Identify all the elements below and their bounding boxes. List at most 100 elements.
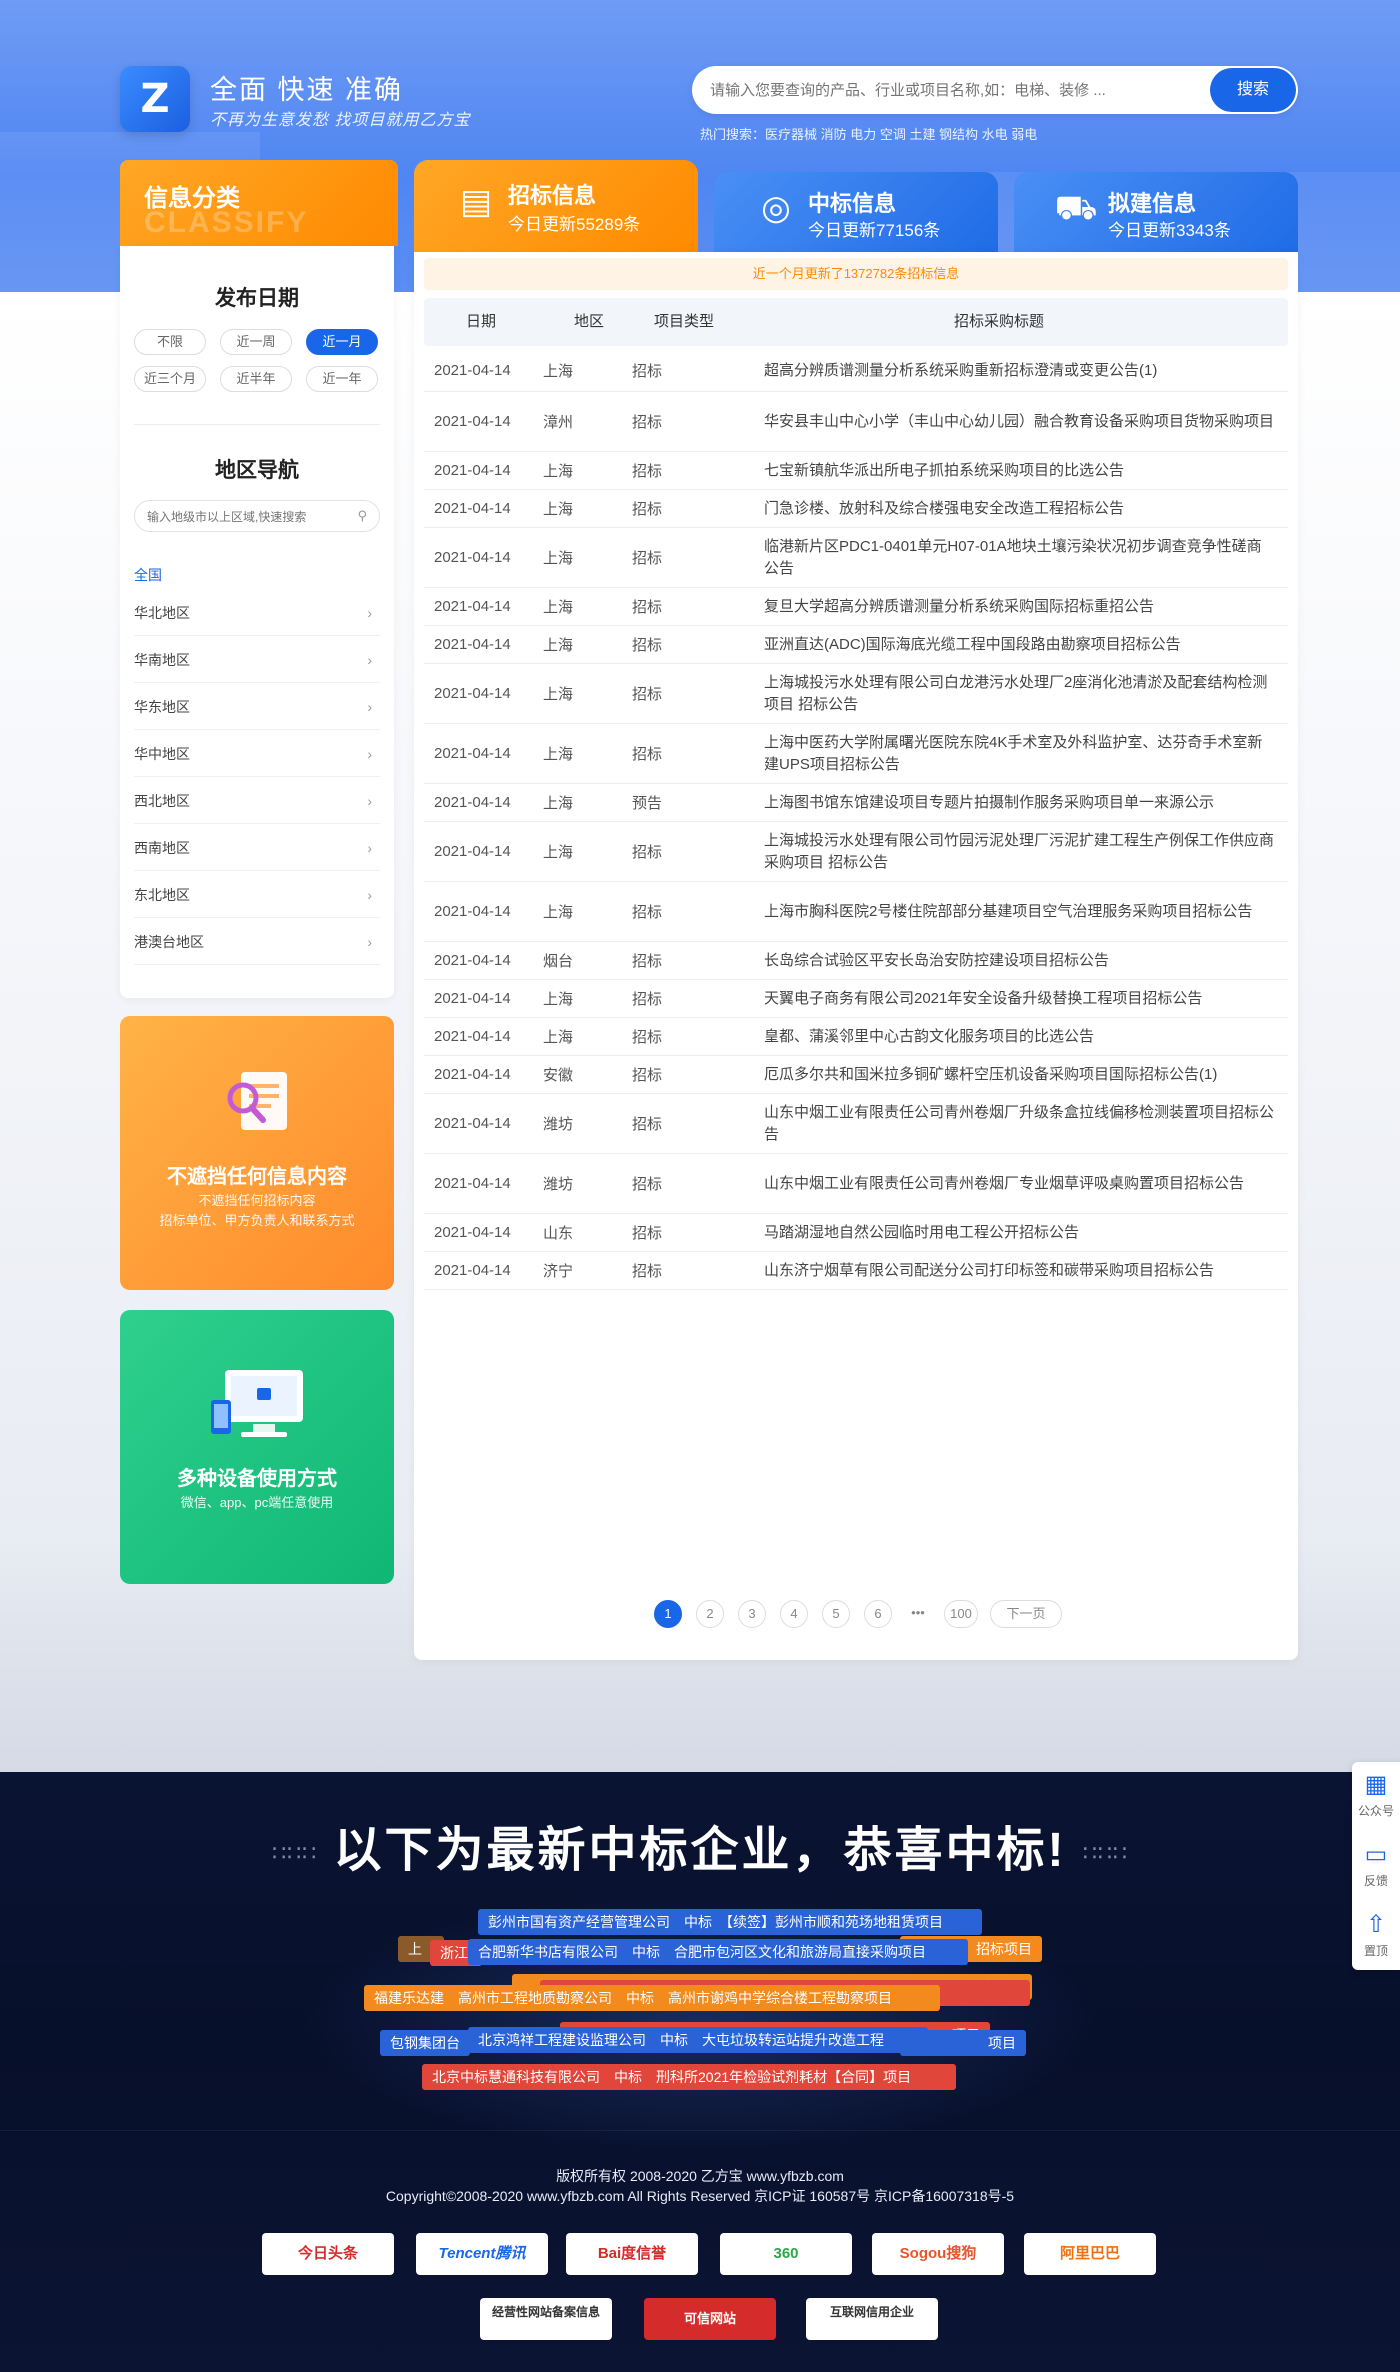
table-row[interactable]: 2021-04-14 上海 招标 上海城投污水处理有限公司竹园污泥处理厂污泥扩建工程生… bbox=[424, 822, 1288, 882]
badge-icp[interactable]: 经营性网站备案信息 bbox=[480, 2298, 612, 2340]
search-button[interactable]: 搜索 bbox=[1210, 68, 1296, 112]
table-row[interactable]: 2021-04-14 上海 招标 门急诊楼、放射科及综合楼强电安全改造工程招标公告 bbox=[424, 490, 1288, 528]
table-row[interactable]: 2021-04-14 上海 招标 天翼电子商务有限公司2021年安全设备升级替换工程项… bbox=[424, 980, 1288, 1018]
tab-tender-info[interactable]: ▤ 招标信息 今日更新55289条 bbox=[414, 160, 698, 252]
date-option-year[interactable]: 近一年 bbox=[306, 366, 378, 392]
region-label: 西南地区 bbox=[134, 840, 190, 856]
winner-tag[interactable]: 彭州市国有资产经营管理公司 中标 【续签】彭州市顺和苑场地租赁项目 bbox=[478, 1909, 982, 1935]
row-title[interactable]: 山东中烟工业有限责任公司青州卷烟厂升级条盒拉线偏移检测装置项目招标公告 bbox=[764, 1094, 1274, 1153]
tab-proposed-info[interactable]: ⛟ 拟建信息 今日更新3343条 bbox=[1014, 172, 1298, 252]
date-option-month[interactable]: 近一月 bbox=[306, 329, 378, 355]
table-row[interactable]: 2021-04-14 上海 招标 亚洲直达(ADC)国际海底光缆工程中国段路由勘察项目… bbox=[424, 626, 1288, 664]
row-title[interactable]: 山东济宁烟草有限公司配送分公司打印标签和碳带采购项目招标公告 bbox=[764, 1252, 1274, 1289]
row-title[interactable]: 厄瓜多尔共和国米拉多铜矿螺杆空压机设备采购项目国际招标公告(1) bbox=[764, 1056, 1274, 1093]
page-button[interactable]: 2 bbox=[696, 1600, 724, 1628]
region-item-northeast[interactable]: 东北地区 › bbox=[134, 872, 380, 918]
table-row[interactable]: 2021-04-14 济宁 招标 山东济宁烟草有限公司配送分公司打印标签和碳带采购项目… bbox=[424, 1252, 1288, 1290]
row-title[interactable]: 门急诊楼、放射科及综合楼强电安全改造工程招标公告 bbox=[764, 490, 1274, 527]
row-title[interactable]: 亚洲直达(ADC)国际海底光缆工程中国段路由勘察项目招标公告 bbox=[764, 626, 1274, 663]
tool-wechat[interactable]: ▦ 公众号 bbox=[1352, 1762, 1400, 1830]
date-option-half-year[interactable]: 近半年 bbox=[220, 366, 292, 392]
row-title[interactable]: 七宝新镇航华派出所电子抓拍系统采购项目的比选公告 bbox=[764, 452, 1274, 489]
table-row[interactable]: 2021-04-14 上海 招标 七宝新镇航华派出所电子抓拍系统采购项目的比选公告 bbox=[424, 452, 1288, 490]
table-row[interactable]: 2021-04-14 安徽 招标 厄瓜多尔共和国米拉多铜矿螺杆空压机设备采购项目国际招… bbox=[424, 1056, 1288, 1094]
table-row[interactable]: 2021-04-14 山东 招标 马踏湖湿地自然公园临时用电工程公开招标公告 bbox=[424, 1214, 1288, 1252]
row-title[interactable]: 上海城投污水处理有限公司竹园污泥处理厂污泥扩建工程生产例保工作供应商采购项目 招… bbox=[764, 822, 1274, 881]
row-title[interactable]: 山东中烟工业有限责任公司青州卷烟厂专业烟草评吸桌购置项目招标公告 bbox=[764, 1154, 1274, 1213]
date-option-three-months[interactable]: 近三个月 bbox=[134, 366, 206, 392]
row-title[interactable]: 长岛综合试验区平安长岛治安防控建设项目招标公告 bbox=[764, 942, 1274, 979]
partner-logo-tencent[interactable]: Tencent腾讯 bbox=[416, 2233, 548, 2275]
region-item-east[interactable]: 华东地区 › bbox=[134, 684, 380, 730]
row-region: 上海 bbox=[542, 463, 573, 480]
logo-icon[interactable]: Z bbox=[120, 66, 190, 132]
promo-multi-device[interactable]: 多种设备使用方式 微信、app、pc端任意使用 bbox=[120, 1310, 394, 1584]
tab-title: 招标信息 bbox=[508, 183, 597, 208]
winner-tag[interactable]: 合肥新华书店有限公司 中标 合肥市包河区文化和旅游局直接采购项目 bbox=[468, 1939, 968, 1965]
page-button-last[interactable]: 100 bbox=[944, 1600, 978, 1628]
table-row[interactable]: 2021-04-14 上海 招标 上海市胸科医院2号楼住院部部分基建项目空气治理服务采… bbox=[424, 882, 1288, 942]
row-title[interactable]: 临港新片区PDC1-0401单元H07-01A地块土壤污染状况初步调查竞争性磋商… bbox=[764, 528, 1274, 587]
partner-logo-toutiao[interactable]: 今日头条 bbox=[262, 2233, 394, 2275]
winner-tag[interactable]: 包钢集团台 bbox=[380, 2030, 470, 2056]
copyright-en: Copyright©2008-2020 www.yfbzb.com All Ri… bbox=[385, 2188, 1015, 2204]
table-row[interactable]: 2021-04-14 上海 招标 上海城投污水处理有限公司白龙港污水处理厂2座消化池清… bbox=[424, 664, 1288, 724]
tool-feedback[interactable]: ▭ 反馈 bbox=[1352, 1832, 1400, 1900]
row-title[interactable]: 上海城投污水处理有限公司白龙港污水处理厂2座消化池清淤及配套结构检测项目 招标公… bbox=[764, 664, 1274, 723]
table-row[interactable]: 2021-04-14 漳州 招标 华安县丰山中心小学（丰山中心幼儿园）融合教育设备采购… bbox=[424, 392, 1288, 452]
row-title[interactable]: 天翼电子商务有限公司2021年安全设备升级替换工程项目招标公告 bbox=[764, 980, 1274, 1017]
badge-credit[interactable]: 互联网信用企业 bbox=[806, 2298, 938, 2340]
table-row[interactable]: 2021-04-14 潍坊 招标 山东中烟工业有限责任公司青州卷烟厂专业烟草评吸桌购置… bbox=[424, 1154, 1288, 1214]
region-search-input[interactable] bbox=[147, 507, 347, 527]
table-row[interactable]: 2021-04-14 潍坊 招标 山东中烟工业有限责任公司青州卷烟厂升级条盒拉线偏移检… bbox=[424, 1094, 1288, 1154]
tool-top[interactable]: ⇧ 置顶 bbox=[1352, 1902, 1400, 1970]
table-row[interactable]: 2021-04-14 上海 预告 上海图书馆东馆建设项目专题片拍摄制作服务采购项目单一… bbox=[424, 784, 1288, 822]
promo-no-hidden-info[interactable]: 不遮挡任何信息内容 不遮挡任何招标内容 招标单位、甲方负责人和联系方式 bbox=[120, 1016, 394, 1290]
page-button[interactable]: 3 bbox=[738, 1600, 766, 1628]
row-title[interactable]: 马踏湖湿地自然公园临时用电工程公开招标公告 bbox=[764, 1214, 1274, 1251]
document-search-icon bbox=[227, 1072, 287, 1130]
partner-logo-sogou[interactable]: Sogou搜狗 bbox=[872, 2233, 1004, 2275]
row-title[interactable]: 超高分辨质谱测量分析系统采购重新招标澄清或变更公告(1) bbox=[764, 350, 1274, 391]
row-title[interactable]: 华安县丰山中心小学（丰山中心幼儿园）融合教育设备采购项目货物采购项目 bbox=[764, 392, 1274, 451]
search-input[interactable] bbox=[710, 78, 1170, 102]
region-item-northwest[interactable]: 西北地区 › bbox=[134, 778, 380, 824]
page-button[interactable]: 1 bbox=[654, 1600, 682, 1628]
tab-winning-info[interactable]: ◎ 中标信息 今日更新77156条 bbox=[714, 172, 998, 252]
winner-tag[interactable]: 北京鸿祥工程建设监理公司 中标 大屯垃圾转运站提升改造工程 bbox=[468, 2027, 928, 2053]
row-title[interactable]: 上海市胸科医院2号楼住院部部分基建项目空气治理服务采购项目招标公告 bbox=[764, 882, 1274, 941]
partner-logo-alibaba[interactable]: 阿里巴巴 bbox=[1024, 2233, 1156, 2275]
next-page-button[interactable]: 下一页 bbox=[990, 1600, 1062, 1628]
row-type: 招标 bbox=[631, 844, 662, 861]
region-item-south[interactable]: 华南地区 › bbox=[134, 637, 380, 683]
row-title[interactable]: 复旦大学超高分辨质谱测量分析系统采购国际招标重招公告 bbox=[764, 588, 1274, 625]
table-row[interactable]: 2021-04-14 上海 招标 临港新片区PDC1-0401单元H07-01A地块土… bbox=[424, 528, 1288, 588]
region-item-central[interactable]: 华中地区 › bbox=[134, 731, 380, 777]
table-row[interactable]: 2021-04-14 上海 招标 上海中医药大学附属曙光医院东院4K手术室及外科监护室… bbox=[424, 724, 1288, 784]
region-item-north[interactable]: 华北地区 › bbox=[134, 590, 380, 636]
winner-tag[interactable]: 福建乐达建 高州市工程地质勘察公司 中标 高州市谢鸡中学综合楼工程勘察项目 bbox=[364, 1985, 940, 2011]
row-region: 潍坊 bbox=[542, 1116, 573, 1133]
hot-search[interactable]: 热门搜索：医疗器械 消防 电力 空调 土建 钢结构 水电 弱电 bbox=[700, 124, 1037, 143]
row-title[interactable]: 上海中医药大学附属曙光医院东院4K手术室及外科监护室、达芬奇手术室新建UPS项目… bbox=[764, 724, 1274, 783]
table-row[interactable]: 2021-04-14 上海 招标 皇都、蒲溪邻里中心古韵文化服务项目的比选公告 bbox=[424, 1018, 1288, 1056]
region-item-southwest[interactable]: 西南地区 › bbox=[134, 825, 380, 871]
row-title[interactable]: 上海图书馆东馆建设项目专题片拍摄制作服务采购项目单一来源公示 bbox=[764, 784, 1274, 821]
row-title[interactable]: 皇都、蒲溪邻里中心古韵文化服务项目的比选公告 bbox=[764, 1018, 1274, 1055]
promo-line: 不遮挡任何招标内容 bbox=[198, 1193, 316, 1208]
page-button[interactable]: 4 bbox=[780, 1600, 808, 1628]
date-option-week[interactable]: 近一周 bbox=[220, 329, 292, 355]
search-icon[interactable]: ⚲ bbox=[357, 508, 367, 524]
table-row[interactable]: 2021-04-14 上海 招标 超高分辨质谱测量分析系统采购重新招标澄清或变更公告(… bbox=[424, 350, 1288, 392]
page-button[interactable]: 5 bbox=[822, 1600, 850, 1628]
winner-tag[interactable]: 北京中标慧通科技有限公司 中标 刑科所2021年检验试剂耗材【合同】项目 bbox=[422, 2064, 956, 2090]
arrow-up-icon: ⇧ bbox=[1365, 1911, 1387, 1938]
date-option-unlimited[interactable]: 不限 bbox=[134, 329, 206, 355]
table-row[interactable]: 2021-04-14 烟台 招标 长岛综合试验区平安长岛治安防控建设项目招标公告 bbox=[424, 942, 1288, 980]
badge-trusted-site[interactable]: 可信网站 bbox=[644, 2298, 776, 2340]
region-item-hmt[interactable]: 港澳台地区 › bbox=[134, 919, 380, 965]
partner-logo-baidu[interactable]: Bai度信誉 bbox=[566, 2233, 698, 2275]
table-row[interactable]: 2021-04-14 上海 招标 复旦大学超高分辨质谱测量分析系统采购国际招标重招公告 bbox=[424, 588, 1288, 626]
partner-logo-360[interactable]: 360 bbox=[720, 2233, 852, 2275]
page-button[interactable]: 6 bbox=[864, 1600, 892, 1628]
